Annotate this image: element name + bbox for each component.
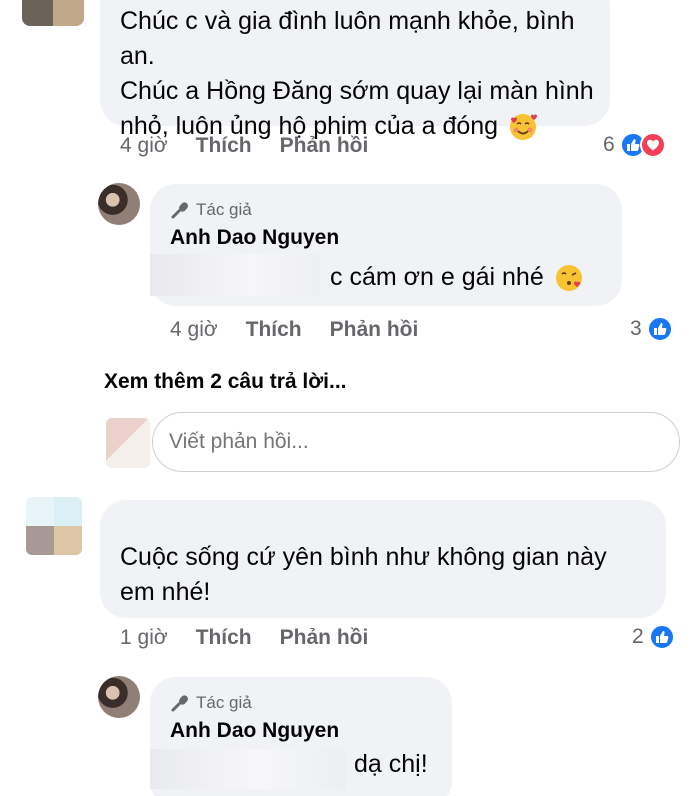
microphone-icon	[170, 693, 190, 713]
reaction-count: 2	[632, 625, 644, 648]
reactions-summary[interactable]: 3	[630, 316, 673, 342]
comment-timestamp[interactable]: 4 giờ	[120, 134, 168, 158]
author-badge: Tác giả	[170, 693, 252, 713]
like-button[interactable]: Thích	[246, 318, 302, 342]
like-button[interactable]: Thích	[196, 626, 252, 650]
comment-text-line: em nhé!	[120, 578, 211, 606]
comment-actions: 1 giờ Thích Phản hồi	[120, 626, 368, 650]
love-reaction-icon	[639, 132, 666, 158]
comment-timestamp[interactable]: 1 giờ	[120, 626, 168, 650]
author-reply-bubble: Tác giả Anh Dao Nguyen dạ chị!	[150, 677, 452, 796]
comment-text-line: Chúc c và gia đình luôn mạnh khỏe, bình …	[120, 7, 575, 70]
like-button[interactable]: Thích	[196, 134, 252, 158]
author-badge-label: Tác giả	[196, 200, 252, 219]
reactions-summary[interactable]: 2	[632, 624, 675, 650]
commenter-avatar[interactable]	[22, 0, 84, 26]
comment-text-line: Chúc a Hồng Đăng sớm quay lại màn hình	[120, 77, 594, 105]
reaction-count: 3	[630, 317, 642, 340]
current-user-avatar	[106, 418, 150, 468]
reply-timestamp[interactable]: 4 giờ	[170, 318, 218, 342]
author-avatar[interactable]	[98, 676, 140, 718]
like-reaction-icon	[648, 624, 675, 650]
reply-button[interactable]: Phản hồi	[330, 318, 419, 342]
smiling-face-with-hearts-icon	[508, 112, 538, 142]
reply-text-row: c cám ơn e gái nhé	[330, 260, 584, 295]
reply-input-box[interactable]	[152, 412, 680, 472]
like-reaction-icon	[646, 316, 673, 342]
author-reply-bubble: Tác giả Anh Dao Nguyen c cám ơn e gái nh…	[150, 184, 622, 306]
comment-bubble: Chúc c và gia đình luôn mạnh khỏe, bình …	[100, 0, 610, 140]
comment-bubble: Cuộc sống cứ yên bình như không gian này…	[100, 500, 666, 618]
reply-button[interactable]: Phản hồi	[280, 134, 369, 158]
comment-text-line: Cuộc sống cứ yên bình như không gian này	[120, 543, 607, 571]
reaction-count: 6	[603, 133, 615, 156]
author-avatar[interactable]	[98, 183, 140, 225]
author-name[interactable]: Anh Dao Nguyen	[170, 226, 339, 250]
reply-button[interactable]: Phản hồi	[280, 626, 369, 650]
reply-input[interactable]	[169, 425, 649, 459]
commenter-avatar[interactable]	[26, 497, 82, 555]
redacted-area	[150, 749, 346, 789]
author-badge: Tác giả	[170, 200, 252, 220]
author-name[interactable]: Anh Dao Nguyen	[170, 719, 339, 743]
reply-text: c cám ơn e gái nhé	[330, 263, 544, 291]
view-more-replies-link[interactable]: Xem thêm 2 câu trả lời...	[104, 370, 347, 394]
redacted-area	[150, 254, 320, 296]
comment-actions: 4 giờ Thích Phản hồi	[120, 134, 368, 158]
reactions-summary[interactable]: 6	[603, 132, 666, 158]
reply-actions: 4 giờ Thích Phản hồi	[170, 318, 418, 342]
microphone-icon	[170, 200, 190, 220]
reply-text: dạ chị!	[354, 750, 428, 778]
face-blowing-kiss-icon	[554, 263, 584, 293]
author-badge-label: Tác giả	[196, 693, 252, 712]
